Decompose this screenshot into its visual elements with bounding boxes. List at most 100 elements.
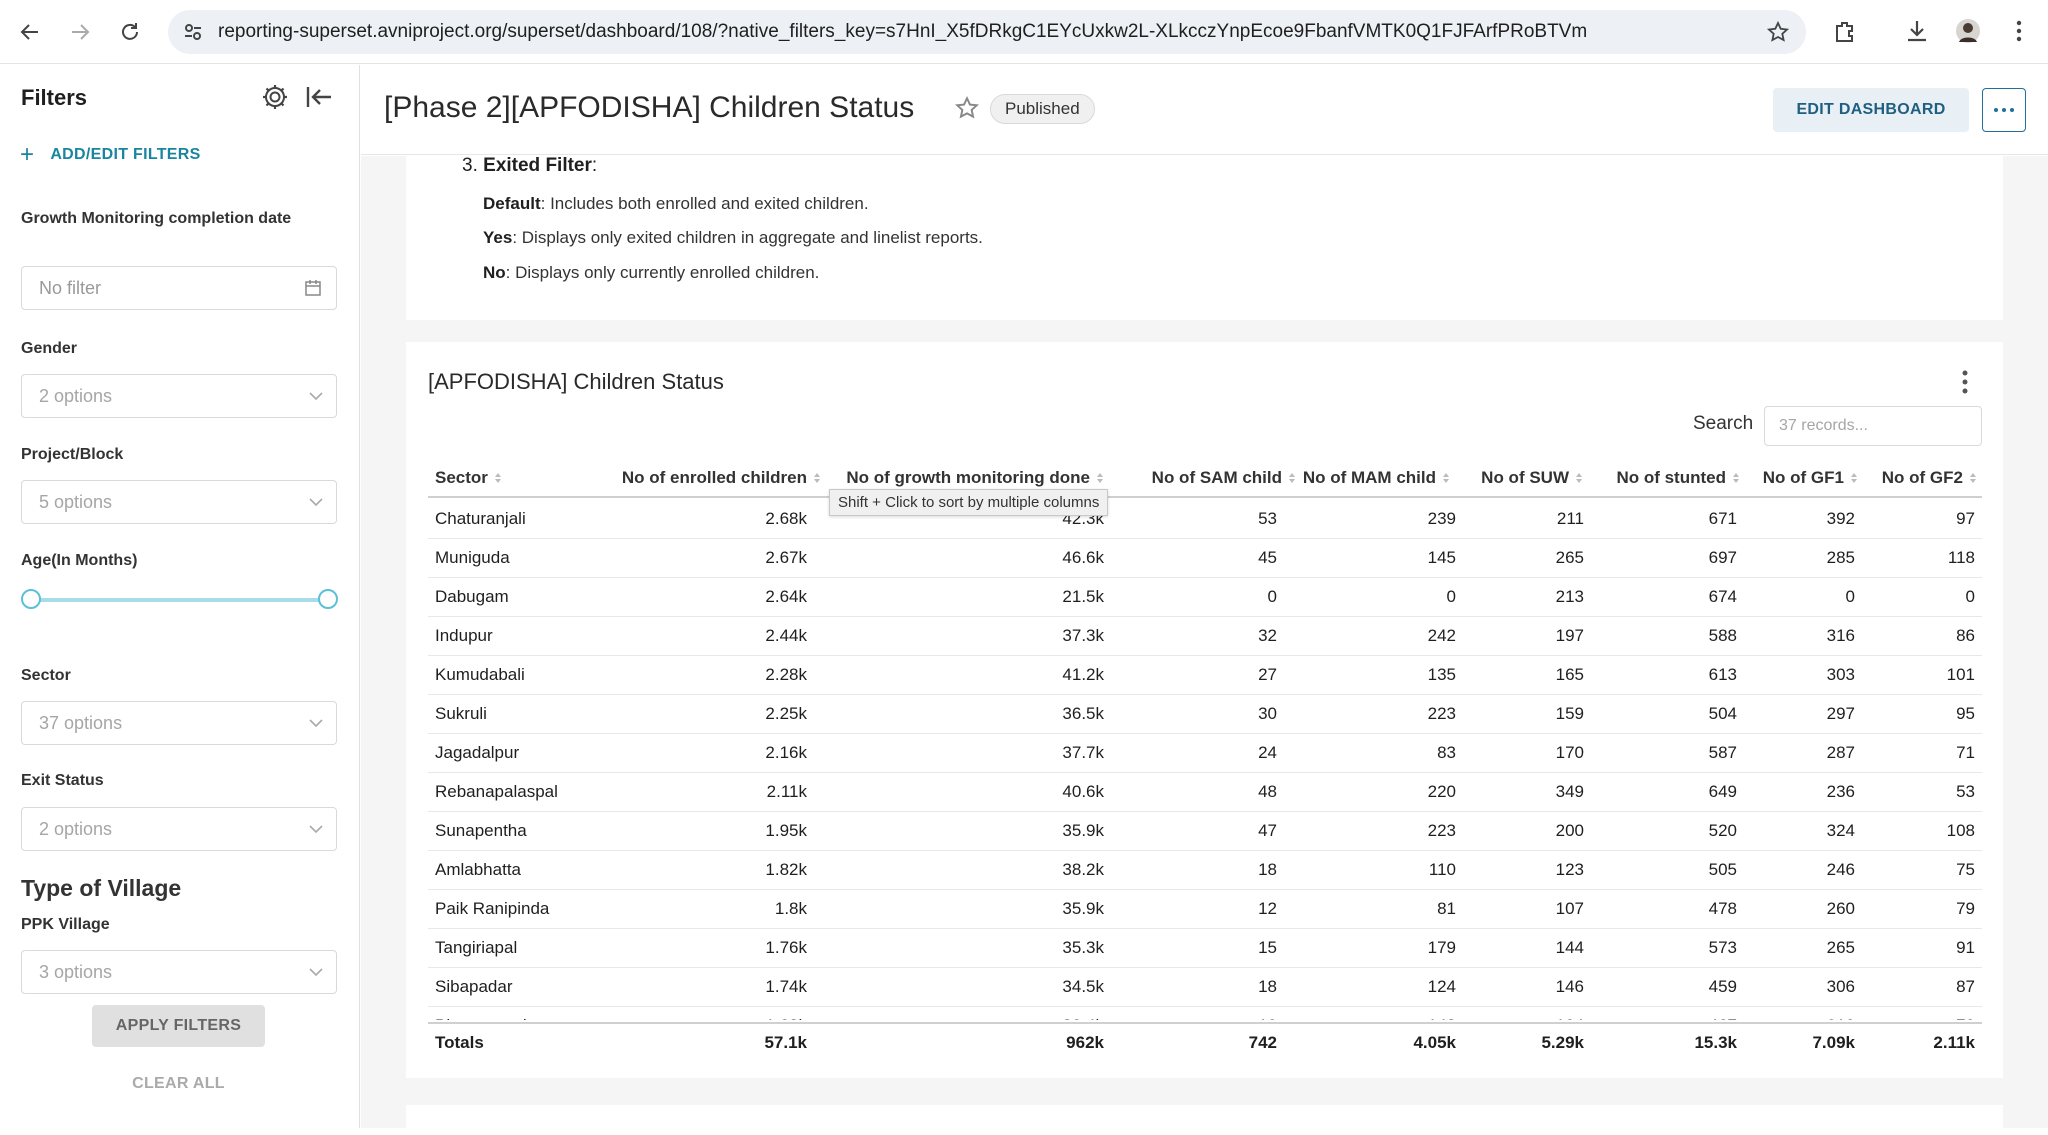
table-cell: 285 (1826, 548, 1855, 567)
table-cell: 97 (1956, 509, 1975, 528)
chart-title: [APFODISHA] Children Status (428, 369, 724, 394)
totals-cell: 7.09k (1812, 1033, 1855, 1052)
column-header[interactable]: No of SAM child (1152, 468, 1296, 489)
collapse-sidebar-icon[interactable] (305, 85, 333, 114)
table-cell: Bhagamunda (435, 1016, 536, 1020)
table-row: Chaturanjali 2.68k 42.3k 53 239 211 671 392 97 (428, 500, 1982, 539)
table-cell: 316 (1826, 626, 1855, 645)
reload-icon[interactable] (116, 18, 144, 46)
extensions-icon[interactable] (1832, 18, 1858, 49)
table-cell: 45 (1258, 548, 1277, 567)
column-header[interactable]: No of enrolled children (622, 468, 821, 489)
sort-icon (1096, 469, 1104, 489)
totals-cell: 4.05k (1413, 1033, 1456, 1052)
table-cell: 0 (1446, 587, 1456, 606)
table-cell: Indupur (435, 626, 493, 645)
growth-date-picker[interactable]: No filter (21, 266, 337, 310)
line-bold: Yes (483, 228, 513, 247)
column-header[interactable]: No of MAM child (1303, 468, 1450, 489)
table-cell: 287 (1826, 743, 1855, 762)
table-cell: 303 (1826, 665, 1855, 684)
table-row: Tangiriapal 1.76k 35.3k 15 179 144 573 265 91 (428, 929, 1982, 968)
column-header[interactable]: No of growth monitoring done (846, 468, 1104, 489)
table-cell: 674 (1708, 587, 1737, 606)
age-slider-max-handle[interactable] (318, 589, 338, 609)
edit-dashboard-button[interactable]: EDIT DASHBOARD (1773, 88, 1969, 132)
table-cell: 75 (1956, 860, 1975, 879)
table-cell: 211 (1556, 509, 1584, 528)
table-cell: 24 (1258, 743, 1277, 762)
age-slider-min-handle[interactable] (21, 589, 41, 609)
sort-icon (1442, 469, 1450, 489)
back-icon[interactable] (16, 18, 44, 46)
markdown-line-yes: Yes: Displays only exited children in ag… (483, 228, 983, 248)
table-cell: 1.95k (765, 821, 807, 840)
exit-status-select[interactable]: 2 options (21, 807, 337, 851)
table-totals-row: Totals 57.1k 962k 742 4.05k 5.29k 15.3k 7.09k 2.… (428, 1022, 1982, 1060)
table-cell: 0 (1845, 587, 1855, 606)
table-cell: Sukruli (435, 704, 487, 723)
gender-select[interactable]: 2 options (21, 374, 337, 418)
published-badge[interactable]: Published (990, 94, 1095, 124)
favorite-star-icon[interactable] (954, 95, 980, 126)
search-input[interactable]: 37 records... (1764, 406, 1982, 446)
table-cell: Sunapentha (435, 821, 527, 840)
table-cell: 0 (1267, 587, 1277, 606)
line-bold: No (483, 263, 506, 282)
table-row: Sukruli 2.25k 36.5k 30 223 159 504 297 95 (428, 695, 1982, 734)
column-header[interactable]: No of GF2 (1882, 468, 1977, 489)
table-cell: 124 (1427, 977, 1456, 996)
search-label: Search (1693, 413, 1754, 434)
gear-icon[interactable] (261, 83, 289, 116)
sector-select[interactable]: 37 options (21, 701, 337, 745)
forward-icon[interactable] (66, 18, 94, 46)
table-cell: Muniguda (435, 548, 510, 567)
add-edit-filters-button[interactable]: + ADD/EDIT FILTERS (20, 141, 201, 169)
table-cell: 35.9k (1062, 899, 1104, 918)
table-cell: 165 (1555, 665, 1584, 684)
site-settings-icon[interactable] (182, 21, 204, 49)
filter-label-growth-date: Growth Monitoring completion date (21, 210, 292, 227)
ppk-village-select[interactable]: 3 options (21, 950, 337, 994)
project-block-select[interactable]: 5 options (21, 480, 337, 524)
dashboard-header: [Phase 2][APFODISHA] Children Status Pub… (361, 65, 2048, 155)
table-cell: 573 (1708, 938, 1737, 957)
sort-icon (1732, 469, 1740, 489)
heading-colon: : (591, 155, 598, 176)
column-header[interactable]: Sector (435, 468, 502, 489)
column-header[interactable]: No of SUW (1481, 468, 1583, 489)
heading-number: 3. (462, 155, 478, 176)
table-cell: 123 (1555, 860, 1584, 879)
browser-menu-icon[interactable] (2006, 18, 2032, 49)
download-icon[interactable] (1904, 18, 1930, 49)
column-header[interactable]: No of GF1 (1763, 468, 1858, 489)
add-edit-filters-label: ADD/EDIT FILTERS (50, 146, 201, 163)
sort-tooltip: Shift + Click to sort by multiple column… (829, 489, 1109, 516)
address-bar[interactable]: reporting-superset.avniproject.org/super… (168, 10, 1806, 54)
table-cell: 671 (1708, 509, 1737, 528)
table-cell: 86 (1956, 626, 1975, 645)
clear-all-button[interactable]: CLEAR ALL (92, 1075, 265, 1093)
profile-avatar[interactable] (1955, 18, 1981, 49)
table-cell: 649 (1708, 782, 1737, 801)
more-options-button[interactable] (1982, 88, 2026, 132)
table-cell: 1.8k (774, 899, 807, 918)
chart-menu-icon[interactable] (1960, 368, 1970, 401)
table-body: Chaturanjali 2.68k 42.3k 53 239 211 671 392 97 Mu… (428, 500, 1982, 1020)
bookmark-star-icon[interactable] (1766, 20, 1790, 50)
table-cell: Sibapadar (435, 977, 513, 996)
age-slider-track[interactable] (30, 598, 328, 602)
table-cell: 30.4k (1062, 1016, 1104, 1020)
table-cell: 18 (1258, 977, 1277, 996)
table-cell: 467 (1709, 1016, 1737, 1020)
table-row: Indupur 2.44k 37.3k 32 242 197 588 316 86 (428, 617, 1982, 656)
plus-icon: + (20, 141, 35, 168)
table-cell: 143 (1428, 1016, 1456, 1020)
column-header[interactable]: No of stunted (1616, 468, 1740, 489)
table-cell: 15 (1258, 938, 1277, 957)
table-cell: 242 (1427, 626, 1456, 645)
table-cell: 10 (1258, 1016, 1277, 1020)
column-header-label: Sector (435, 468, 488, 487)
table-cell: Kumudabali (435, 665, 525, 684)
apply-filters-button[interactable]: APPLY FILTERS (92, 1005, 265, 1047)
